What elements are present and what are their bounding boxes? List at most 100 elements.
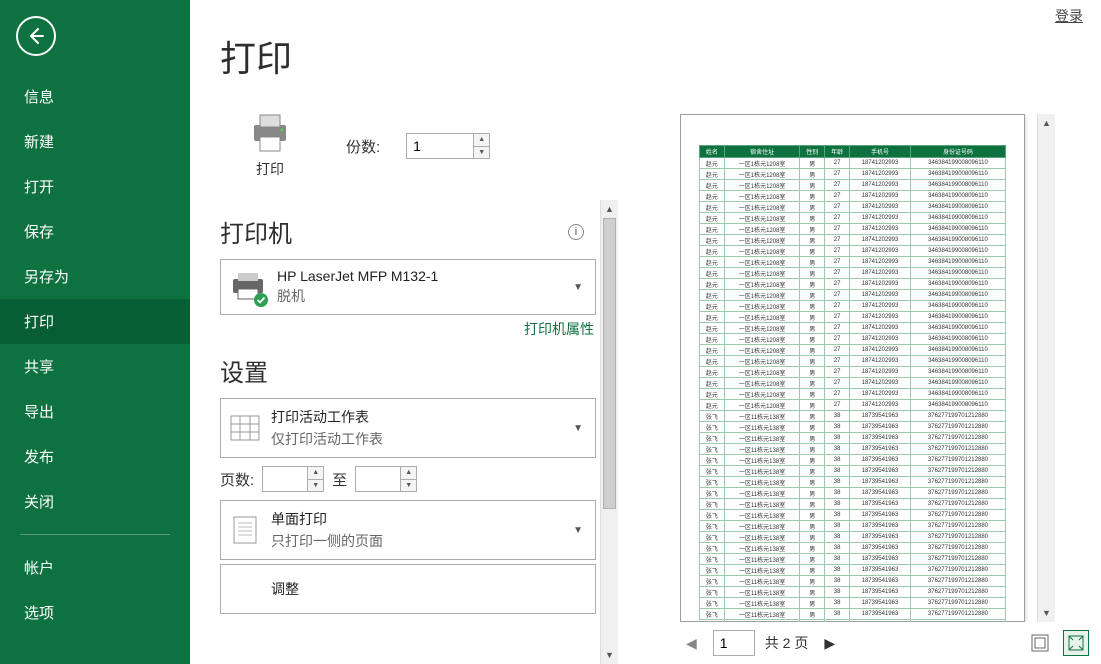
print-preview-column: 姓名宿舍住址性别年龄手机号身份证号码赵元一区1栋元1208室男271874120… xyxy=(620,0,1101,664)
table-row: 赵元一区1栋元1208室男271874120299334638419900809… xyxy=(700,301,1006,312)
table-row: 张飞一区11栋元138室男381873954196337627719970121… xyxy=(700,565,1006,576)
printer-icon xyxy=(248,113,292,153)
page-from-input[interactable] xyxy=(263,467,307,491)
table-row: 赵元一区1栋元1208室男271874120299334638419900809… xyxy=(700,323,1006,334)
table-row: 赵元一区1栋元1208室男271874120299334638419900809… xyxy=(700,367,1006,378)
current-page-input[interactable] xyxy=(713,630,755,656)
next-page-button[interactable]: ▶ xyxy=(818,631,841,656)
preview-footer: ◀ 共 2 页 ▶ xyxy=(680,622,1097,664)
arrow-left-icon xyxy=(26,26,46,46)
copies-input[interactable] xyxy=(407,134,473,158)
printer-info-icon[interactable]: i xyxy=(568,224,584,240)
page-to-up[interactable]: ▲ xyxy=(401,467,416,480)
table-row: 赵元一区1栋元1208室男271874120299334638419900809… xyxy=(700,356,1006,367)
print-what-sub: 仅打印活动工作表 xyxy=(271,429,559,449)
copies-down[interactable]: ▼ xyxy=(474,147,489,159)
back-button[interactable] xyxy=(16,16,56,56)
copies-label: 份数: xyxy=(346,136,380,157)
print-what-select[interactable]: 打印活动工作表 仅打印活动工作表 ▼ xyxy=(220,398,596,458)
table-row: 赵元一区1栋元1208室男271874120299334638419900809… xyxy=(700,158,1006,169)
main-area: 登录 打印 打印 份数: ▲ xyxy=(190,0,1101,664)
scroll-up-icon[interactable]: ▲ xyxy=(1038,114,1055,132)
print-what-title: 打印活动工作表 xyxy=(271,407,559,427)
total-pages-label: 共 2 页 xyxy=(765,633,809,653)
page-to-spinner[interactable]: ▲▼ xyxy=(355,466,417,492)
page-from-down[interactable]: ▼ xyxy=(308,480,323,492)
table-row: 张飞一区11栋元138室男381873954196337627719970121… xyxy=(700,488,1006,499)
printer-select[interactable]: HP LaserJet MFP M132-1 脱机 ▼ xyxy=(220,259,596,315)
scroll-up-icon[interactable]: ▲ xyxy=(601,200,618,218)
sidebar-item[interactable]: 另存为 xyxy=(0,254,190,299)
collate-select[interactable]: 调整 xyxy=(220,564,596,614)
sidebar-item[interactable]: 选项 xyxy=(0,590,190,635)
page-title: 打印 xyxy=(220,30,618,82)
preview-scrollbar[interactable]: ▲ ▼ xyxy=(1037,114,1055,622)
scroll-down-icon[interactable]: ▼ xyxy=(601,646,618,664)
sidebar-item[interactable]: 打开 xyxy=(0,164,190,209)
margins-icon xyxy=(1031,634,1049,652)
collate-icon xyxy=(229,573,261,605)
pages-to-label: 至 xyxy=(332,469,347,490)
table-row: 张飞一区11栋元138室男381873954196337627719970121… xyxy=(700,455,1006,466)
scroll-thumb[interactable] xyxy=(603,218,616,509)
sidebar-item[interactable]: 共享 xyxy=(0,344,190,389)
page-to-down[interactable]: ▼ xyxy=(401,480,416,492)
table-row: 赵元一区1栋元1208室男271874120299334638419900809… xyxy=(700,169,1006,180)
chevron-down-icon: ▼ xyxy=(569,525,587,536)
collate-title: 调整 xyxy=(271,579,587,599)
table-row: 张飞一区11栋元138室男381873954196337627719970121… xyxy=(700,521,1006,532)
table-row: 张飞一区11栋元138室男381873954196337627719970121… xyxy=(700,433,1006,444)
table-row: 赵元一区1栋元1208室男271874120299334638419900809… xyxy=(700,213,1006,224)
table-row: 赵元一区1栋元1208室男271874120299334638419900809… xyxy=(700,268,1006,279)
sides-sub: 只打印一侧的页面 xyxy=(271,531,559,551)
print-button[interactable]: 打印 xyxy=(220,100,320,192)
table-row: 张飞一区11栋元138室男381873954196337627719970121… xyxy=(700,444,1006,455)
login-link[interactable]: 登录 xyxy=(1055,6,1083,26)
sidebar-item[interactable]: 关闭 xyxy=(0,479,190,524)
pages-label: 页数: xyxy=(220,469,254,490)
sidebar-item[interactable]: 保存 xyxy=(0,209,190,254)
scroll-down-icon[interactable]: ▼ xyxy=(1038,604,1055,622)
sidebar-item[interactable]: 打印 xyxy=(0,299,190,344)
table-row: 赵元一区1栋元1208室男271874120299334638419900809… xyxy=(700,180,1006,191)
table-row: 赵元一区1栋元1208室男271874120299334638419900809… xyxy=(700,400,1006,411)
table-row: 赵元一区1栋元1208室男271874120299334638419900809… xyxy=(700,334,1006,345)
table-row: 赵元一区1栋元1208室男271874120299334638419900809… xyxy=(700,312,1006,323)
status-check-icon xyxy=(253,292,269,308)
sidebar-item[interactable]: 信息 xyxy=(0,74,190,119)
printer-status: 脱机 xyxy=(277,286,559,306)
table-row: 张飞一区11栋元138室男381873954196337627719970121… xyxy=(700,532,1006,543)
table-row: 赵元一区1栋元1208室男271874120299334638419900809… xyxy=(700,345,1006,356)
table-row: 赵元一区1栋元1208室男271874120299334638419900809… xyxy=(700,290,1006,301)
settings-scrollbar[interactable]: ▲ ▼ xyxy=(600,200,618,664)
sides-select[interactable]: 单面打印 只打印一侧的页面 ▼ xyxy=(220,500,596,560)
chevron-down-icon: ▼ xyxy=(569,282,587,293)
sidebar-item[interactable]: 发布 xyxy=(0,434,190,479)
table-row: 张飞一区11栋元138室男381873954196337627719970121… xyxy=(700,609,1006,620)
print-settings-column: 打印 打印 份数: ▲ ▼ xyxy=(190,0,620,664)
printer-properties-link[interactable]: 打印机属性 xyxy=(220,319,594,339)
sidebar-item[interactable]: 新建 xyxy=(0,119,190,164)
sidebar-item[interactable]: 帐户 xyxy=(0,545,190,590)
table-row: 张飞一区11栋元138室男381873954196337627719970121… xyxy=(700,510,1006,521)
single-side-icon xyxy=(229,514,261,546)
copies-spinner[interactable]: ▲ ▼ xyxy=(406,133,490,159)
print-button-label: 打印 xyxy=(256,159,284,179)
table-row: 赵元一区1栋元1208室男271874120299334638419900809… xyxy=(700,257,1006,268)
show-margins-button[interactable] xyxy=(1027,630,1053,656)
prev-page-button[interactable]: ◀ xyxy=(680,631,703,656)
sidebar-item[interactable]: 导出 xyxy=(0,389,190,434)
table-row: 张飞一区11栋元138室男381873954196337627719970121… xyxy=(700,411,1006,422)
table-row: 赵元一区1栋元1208室男271874120299334638419900809… xyxy=(700,279,1006,290)
zoom-to-page-button[interactable] xyxy=(1063,630,1089,656)
page-from-spinner[interactable]: ▲▼ xyxy=(262,466,324,492)
preview-table: 姓名宿舍住址性别年龄手机号身份证号码赵元一区1栋元1208室男271874120… xyxy=(699,145,1006,622)
page-to-input[interactable] xyxy=(356,467,400,491)
table-row: 赵元一区1栋元1208室男271874120299334638419900809… xyxy=(700,389,1006,400)
copies-up[interactable]: ▲ xyxy=(474,134,489,147)
sheets-icon xyxy=(229,412,261,444)
table-row: 张飞一区11栋元138室男381873954196337627719970121… xyxy=(700,422,1006,433)
page-from-up[interactable]: ▲ xyxy=(308,467,323,480)
table-row: 张飞一区11栋元138室男381873954196337627719970121… xyxy=(700,598,1006,609)
table-row: 张飞一区11栋元138室男381873954196337627719970121… xyxy=(700,477,1006,488)
